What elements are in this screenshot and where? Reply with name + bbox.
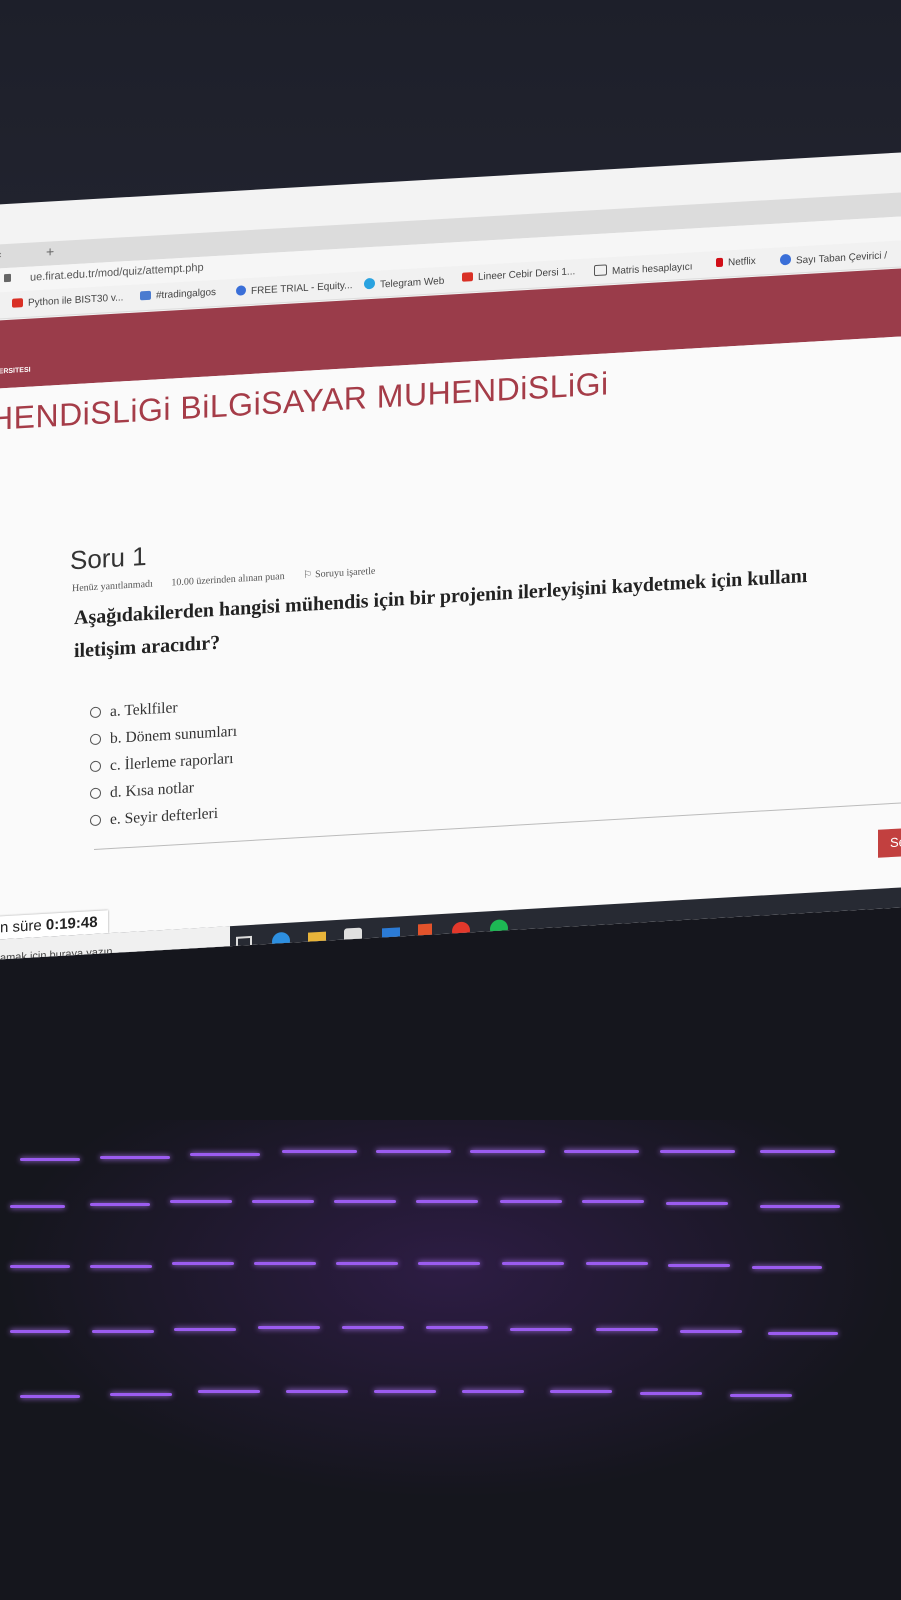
key-glow: [730, 1394, 792, 1397]
key-glow: [100, 1156, 170, 1159]
key-glow: [10, 1330, 70, 1333]
timer-value: 0:19:48: [45, 913, 98, 934]
photo-scene: × + ue.firat.edu.tr/mod/quiz/attempt.php…: [0, 0, 901, 1600]
key-glow: [20, 1395, 80, 1398]
mail-icon[interactable]: [382, 927, 400, 943]
bookmark-free-trial[interactable]: FREE TRIAL - Equity...: [236, 279, 353, 298]
key-glow: [258, 1326, 320, 1329]
radio-button[interactable]: [90, 814, 101, 827]
matrix-icon: [594, 264, 607, 277]
key-glow: [668, 1264, 730, 1267]
next-page-button[interactable]: Se: [878, 826, 901, 858]
key-glow: [752, 1266, 822, 1269]
key-glow: [110, 1393, 172, 1396]
key-glow: [760, 1205, 840, 1208]
key-glow: [640, 1392, 702, 1395]
bookmark-sayi-taban[interactable]: Sayı Taban Çevirici /: [780, 248, 887, 267]
new-tab-button[interactable]: +: [46, 243, 54, 259]
lock-icon: [4, 273, 11, 283]
key-glow: [252, 1200, 314, 1203]
key-glow: [666, 1202, 728, 1205]
key-glow: [582, 1200, 644, 1203]
bookmark-matris[interactable]: Matris hesaplayıcı: [594, 259, 693, 278]
key-glow: [510, 1328, 572, 1331]
key-glow: [334, 1200, 396, 1203]
spotify-icon[interactable]: [490, 919, 508, 939]
key-glow: [286, 1390, 348, 1393]
key-glow: [10, 1265, 70, 1268]
bookmark-python[interactable]: Python ile BIST30 v...: [12, 292, 123, 309]
key-glow: [550, 1390, 612, 1393]
key-glow: [760, 1150, 835, 1153]
key-glow: [254, 1262, 316, 1265]
task-view-icon[interactable]: [236, 935, 252, 953]
edge-icon: [236, 285, 246, 296]
key-glow: [564, 1150, 639, 1153]
key-glow: [462, 1390, 524, 1393]
key-glow: [10, 1205, 65, 1208]
key-glow: [660, 1150, 735, 1153]
key-glow: [198, 1390, 260, 1393]
key-glow: [172, 1262, 234, 1265]
bookmark-netflix[interactable]: Netflix: [716, 256, 756, 269]
telegram-icon: [364, 277, 375, 290]
tab-close-icon[interactable]: ×: [0, 250, 2, 261]
key-glow: [416, 1200, 478, 1203]
globe-icon: [780, 253, 791, 266]
radio-button[interactable]: [90, 706, 101, 719]
key-glow: [426, 1326, 488, 1329]
key-glow: [92, 1330, 154, 1333]
url-text[interactable]: ue.firat.edu.tr/mod/quiz/attempt.php: [30, 262, 204, 284]
store-icon[interactable]: [344, 927, 362, 947]
key-glow: [596, 1328, 658, 1331]
key-glow: [90, 1265, 152, 1268]
office-icon[interactable]: [418, 923, 432, 943]
netflix-icon: [716, 257, 723, 268]
key-glow: [336, 1262, 398, 1265]
radio-button[interactable]: [90, 760, 101, 773]
radio-button[interactable]: [90, 787, 101, 800]
bookmark-telegram[interactable]: Telegram Web: [364, 274, 444, 292]
key-glow: [20, 1158, 80, 1161]
youtube-icon: [462, 272, 473, 282]
flag-icon: ⚐: [303, 569, 313, 581]
key-glow: [342, 1326, 404, 1329]
key-glow: [174, 1328, 236, 1331]
key-glow: [376, 1150, 451, 1153]
youtube-icon: [12, 298, 23, 308]
key-glow: [418, 1262, 480, 1265]
key-glow: [680, 1330, 742, 1333]
key-glow: [470, 1150, 545, 1153]
edge-icon[interactable]: [272, 931, 290, 951]
answer-options: a. Teklfiler b. Dönem sunumları c. İlerl…: [90, 691, 237, 834]
key-glow: [502, 1262, 564, 1265]
university-logo-text: T VERSITESI: [0, 366, 31, 376]
laptop-screen: × + ue.firat.edu.tr/mod/quiz/attempt.php…: [0, 150, 901, 961]
bookmark-lineer-cebir[interactable]: Lineer Cebir Dersi 1...: [462, 266, 575, 284]
opera-icon[interactable]: [452, 921, 470, 941]
key-glow: [500, 1200, 562, 1203]
calendar-icon: [140, 290, 151, 301]
bookmark-tradingalgos[interactable]: #tradingalgos: [140, 287, 216, 302]
key-glow: [768, 1332, 838, 1335]
key-glow: [190, 1153, 260, 1156]
keyboard-backlight: [0, 1120, 901, 1500]
key-glow: [170, 1200, 232, 1203]
key-glow: [374, 1390, 436, 1393]
question-title: Soru 1: [70, 540, 147, 576]
key-glow: [282, 1150, 357, 1153]
file-explorer-icon[interactable]: [308, 931, 326, 947]
radio-button[interactable]: [90, 733, 101, 746]
key-glow: [586, 1262, 648, 1265]
key-glow: [90, 1203, 150, 1206]
